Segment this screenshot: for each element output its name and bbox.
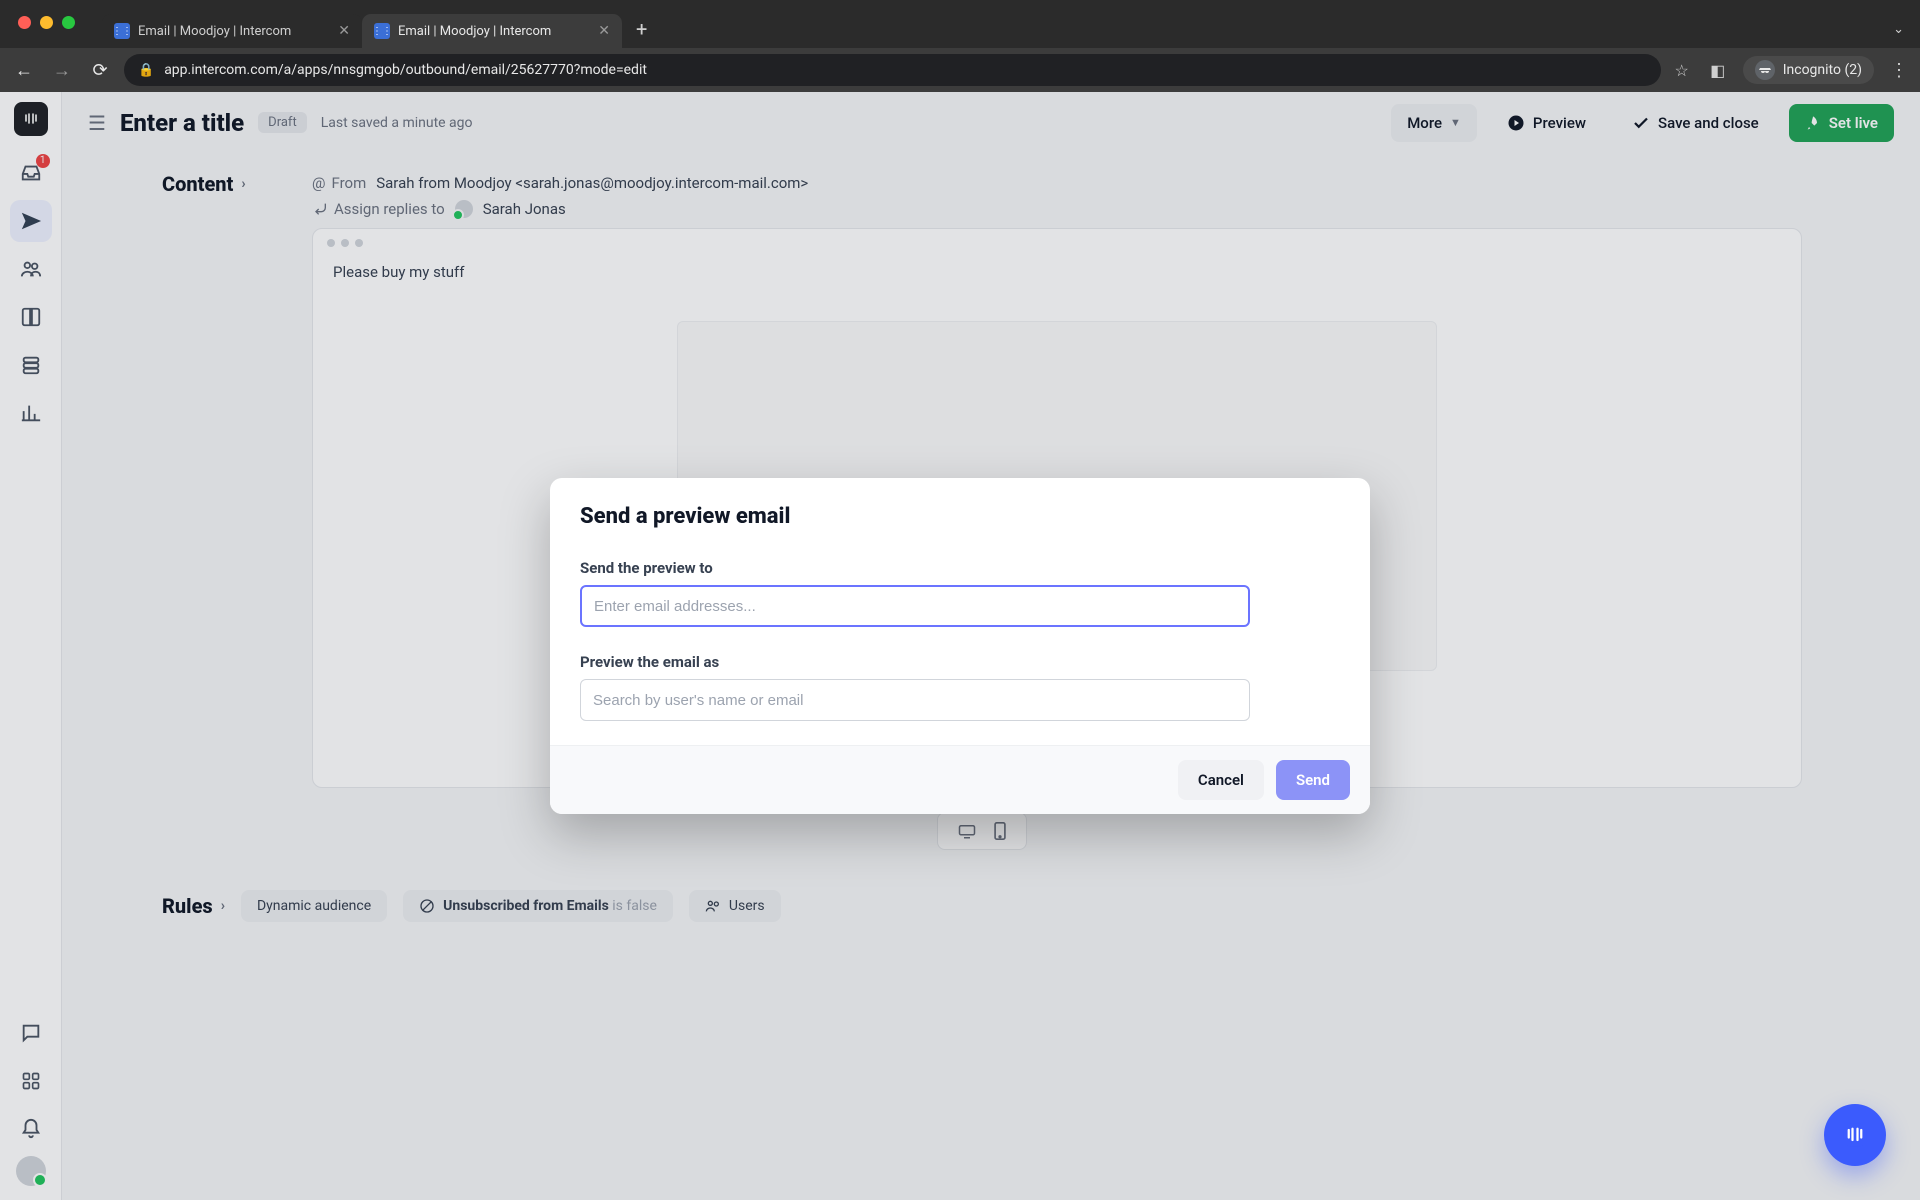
window-controls xyxy=(18,16,75,29)
address-bar[interactable]: 🔒 app.intercom.com/a/apps/nnsgmgob/outbo… xyxy=(124,54,1661,86)
send-button[interactable]: Send xyxy=(1276,760,1350,800)
back-button[interactable]: ← xyxy=(10,56,38,84)
intercom-favicon-icon: ⋮⋮ xyxy=(374,23,390,39)
url-text: app.intercom.com/a/apps/nnsgmgob/outboun… xyxy=(164,62,647,78)
preview-to-label: Send the preview to xyxy=(580,559,1340,577)
close-tab-icon[interactable]: ✕ xyxy=(338,23,350,39)
preview-to-input[interactable] xyxy=(580,585,1250,627)
tab-title: Email | Moodjoy | Intercom xyxy=(398,24,551,39)
messenger-icon xyxy=(1840,1120,1870,1150)
browser-menu-icon[interactable]: ⋮ xyxy=(1888,60,1910,81)
window-zoom-icon[interactable] xyxy=(62,16,75,29)
tabs-overflow-icon[interactable]: ⌄ xyxy=(1893,22,1920,37)
preview-as-label: Preview the email as xyxy=(580,653,1340,671)
intercom-favicon-icon: ⋮⋮ xyxy=(114,23,130,39)
incognito-badge[interactable]: Incognito (2) xyxy=(1743,56,1874,84)
cancel-button[interactable]: Cancel xyxy=(1178,760,1264,800)
browser-tab[interactable]: ⋮⋮ Email | Moodjoy | Intercom ✕ xyxy=(362,14,622,48)
browser-tab[interactable]: ⋮⋮ Email | Moodjoy | Intercom ✕ xyxy=(102,14,362,48)
intercom-launcher[interactable] xyxy=(1824,1104,1886,1166)
lock-icon: 🔒 xyxy=(138,63,154,78)
send-preview-modal: Send a preview email Send the preview to… xyxy=(550,478,1370,814)
bookmark-star-icon[interactable]: ☆ xyxy=(1671,61,1693,80)
preview-as-input[interactable] xyxy=(580,679,1250,721)
close-tab-icon[interactable]: ✕ xyxy=(598,23,610,39)
window-close-icon[interactable] xyxy=(18,16,31,29)
tab-title: Email | Moodjoy | Intercom xyxy=(138,24,291,39)
browser-toolbar: ← → ⟳ 🔒 app.intercom.com/a/apps/nnsgmgob… xyxy=(0,48,1920,92)
panel-icon[interactable]: ◧ xyxy=(1707,61,1729,80)
window-minimize-icon[interactable] xyxy=(40,16,53,29)
reload-button[interactable]: ⟳ xyxy=(86,56,114,84)
forward-button[interactable]: → xyxy=(48,56,76,84)
incognito-icon xyxy=(1755,60,1775,80)
incognito-label: Incognito (2) xyxy=(1783,62,1862,78)
new-tab-button[interactable]: + xyxy=(622,17,661,41)
modal-title: Send a preview email xyxy=(580,504,1340,529)
browser-tabstrip: ⋮⋮ Email | Moodjoy | Intercom ✕ ⋮⋮ Email… xyxy=(0,10,1920,48)
